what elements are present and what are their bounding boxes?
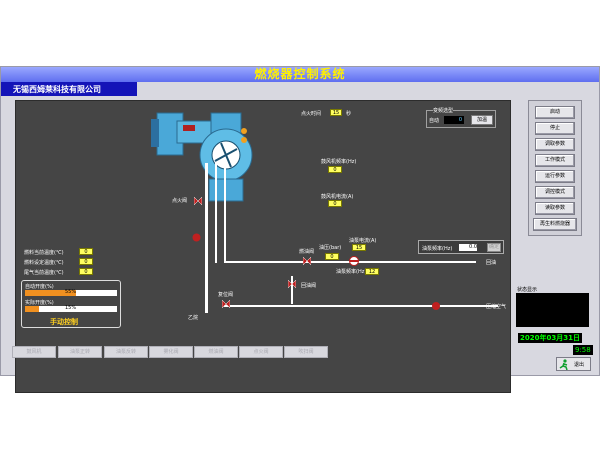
mixing-group-label: 变频选型 [433,107,454,114]
fan-current-value: 0 [328,200,342,207]
start-button[interactable]: 启动 [535,106,575,119]
add-button[interactable]: 加温 [471,115,493,125]
mixing-mode: 自动 [429,118,440,124]
pump-freq-setter: 油泵频率(Hz) 0.0 确定 [418,240,504,254]
ignition-valve-button[interactable]: 点火阀 [239,346,283,358]
return-valve-icon[interactable] [288,280,296,288]
pipe-vertical-2 [215,163,217,263]
pump-freq2-label: 油泵频率(Hz) [336,269,367,275]
pump-freq-confirm[interactable]: 确定 [487,243,501,252]
return-valve-label: 回油阀 [301,283,317,289]
drain-label: 乙烷 [188,315,199,321]
pump-current-label: 油泵电流(A) [349,238,377,244]
exhaust-temp-label: 尾气当前温度(℃) [24,270,64,276]
pump-freq2-value: 12 [365,268,379,275]
main-valve-icon[interactable] [222,300,230,308]
control-valve-label: 自动开度(%) [25,284,54,290]
fan-freq-label: 鼓风机频率(Hz) [321,159,357,165]
oil-pressure-value: 15 [352,244,366,251]
pump-reverse-button[interactable]: 油泵反转 [104,346,148,358]
pump-forward-button[interactable]: 油泵正转 [58,346,102,358]
actual-valve-bar: 15% [25,305,117,312]
run-params-button[interactable]: 运行参数 [535,170,575,183]
fan-current-label: 鼓风机电流(A) [321,194,354,200]
read-params-button[interactable]: 读取参数 [535,202,575,215]
pipe-air-line [224,305,498,307]
atomizer-valve-button[interactable]: 雾化阀 [149,346,193,358]
ignition-time-label: 点火时间 [301,111,322,117]
return-oil-label: 回油 [486,260,497,266]
fuel-valve-button[interactable]: 燃油阀 [194,346,238,358]
mode-label: 手动控制 [50,318,78,326]
date-display: 2020年03月31日 [518,333,582,343]
ignition-time-unit: 秒 [346,111,352,117]
running-man-icon [559,359,568,370]
valve-control-box: 自动开度(%) 55% 实际开度(%) 15% 手动控制 [21,280,121,328]
control-valve-value: 55% [65,289,77,295]
ignition-valve-label: 点火阀 [172,198,188,204]
fuel-setpoint-label: 燃料设定温度(℃) [24,260,64,266]
air-filter-icon [432,302,440,310]
window-title: 燃烧器控制系统 [1,67,599,82]
fetch-params-button[interactable]: 调取参数 [535,138,575,151]
work-mode-button[interactable]: 工作模式 [535,154,575,167]
fan-freq-value: 0 [328,166,342,173]
status-display [516,293,589,327]
ignition-time-value: 15 [330,109,342,116]
filter-icon [192,233,201,242]
exhaust-temp-value: 0 [79,268,93,275]
bypass-valve-label: 燃油阀 [299,249,315,255]
mixing-group: 变频选型 自动 0 加温 [426,107,496,128]
fuel-temp-value: 0 [79,248,93,255]
pump-freq-input[interactable]: 0.0 [459,244,477,251]
pump-icon [349,256,359,266]
oil-pressure-label: 油压(bar) [319,245,342,251]
compressed-air-label: 压缩空气 [486,304,507,310]
side-button-panel: 启动 停止 调取参数 工作模式 运行参数 调控模式 读取参数 再生料燃烧器 [528,100,582,236]
fuel-setpoint-value[interactable]: 0 [79,258,93,265]
purge-valve-button[interactable]: 吹扫阀 [284,346,328,358]
main-valve-label: 复位阀 [218,292,234,298]
regen-burner-button[interactable]: 再生料燃烧器 [533,218,577,231]
company-name: 无锡西姆莱科技有限公司 [1,82,137,96]
exit-button[interactable]: 退出 [556,357,591,371]
actual-valve-value: 15% [65,305,77,311]
fan-button[interactable]: 鼓风机 [12,346,56,358]
time-display: 9:58 [573,345,593,355]
bypass-valve-icon[interactable] [303,257,311,265]
pipe-vertical-main [205,163,208,313]
control-valve-bar: 55% [25,289,117,296]
pump-freq-label: 油泵频率(Hz) [422,246,453,252]
exit-label: 退出 [574,362,585,368]
status-label: 状态显示 [517,287,538,293]
actual-valve-label: 实际开度(%) [25,300,54,306]
fuel-temp-label: 燃料当前温度(℃) [24,250,64,256]
pump-current-value: 0 [325,253,339,260]
mixing-value[interactable]: 0 [444,116,464,124]
ignition-valve-icon[interactable] [194,197,202,205]
control-mode-button[interactable]: 调控模式 [535,186,575,199]
pipe-vertical-3 [224,163,226,263]
hmi-window: 燃烧器控制系统 无锡西姆莱科技有限公司 点火时间 15 秒 鼓风机频率(Hz) … [0,66,600,393]
stop-button[interactable]: 停止 [535,122,575,135]
